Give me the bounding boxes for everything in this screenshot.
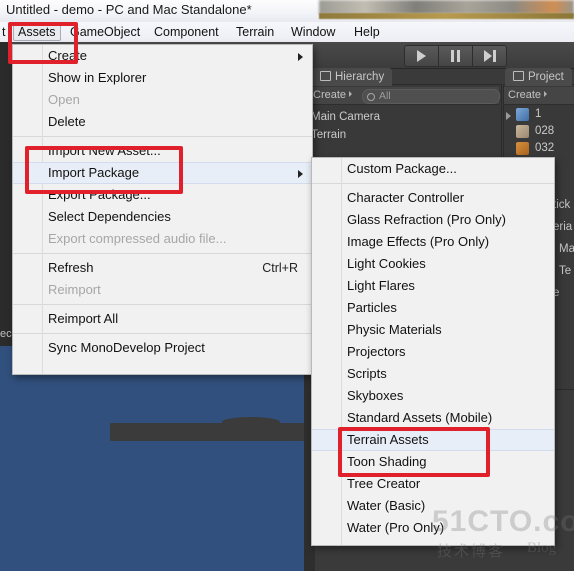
menu-item-reimport: Reimport [48, 282, 101, 297]
chevron-down-icon [544, 91, 548, 97]
main-menu-bar: t Assets GameObject Component Terrain Wi… [0, 22, 574, 43]
menu-item-help[interactable]: Help [350, 24, 384, 40]
submenu-item-terrain-assets[interactable]: Terrain Assets [312, 429, 554, 451]
pause-button[interactable] [439, 46, 473, 66]
submenu-item-particles[interactable]: Particles [312, 297, 554, 319]
submenu-item-glass-refraction[interactable]: Glass Refraction (Pro Only) [312, 209, 554, 231]
menu-item-import-package[interactable]: Import Package [13, 162, 312, 184]
submenu-item-standard-assets-mobile[interactable]: Standard Assets (Mobile) [312, 407, 554, 429]
project-item-1[interactable]: 1 [535, 108, 541, 120]
menu-item-refresh[interactable]: Refresh Ctrl+R [13, 257, 312, 279]
inspector-clipped-labels: tick eria Ma Te e [553, 199, 574, 329]
menu-item-refresh-shortcut: Ctrl+R [262, 261, 298, 275]
submenu-item-water-pro-only[interactable]: Water (Pro Only) [312, 517, 554, 539]
texture-icon [516, 142, 529, 155]
hierarchy-create-button[interactable]: Create [313, 87, 353, 104]
menu-item-open: Open [48, 92, 80, 107]
project-item-028[interactable]: 028 [535, 125, 554, 137]
clipped-label-eria: eria [553, 221, 573, 233]
tab-hierarchy[interactable]: Hierarchy [312, 68, 393, 86]
submenu-item-projectors[interactable]: Projectors [312, 341, 554, 363]
pause-icon [451, 50, 460, 62]
submenu-item-skyboxes[interactable]: Skyboxes [312, 385, 554, 407]
project-item-032[interactable]: 032 [535, 142, 554, 154]
menu-separator [312, 183, 554, 184]
window-title: Untitled - demo - PC and Mac Standalone* [6, 2, 252, 17]
menu-item-select-dependencies[interactable]: Select Dependencies [13, 206, 312, 228]
hierarchy-item-terrain[interactable]: Terrain [311, 129, 346, 141]
menu-item-gameobject[interactable]: GameObject [66, 24, 144, 40]
clipped-label-tick: tick [553, 199, 571, 211]
submenu-item-light-cookies[interactable]: Light Cookies [312, 253, 554, 275]
window-title-bar: Untitled - demo - PC and Mac Standalone* [0, 0, 574, 22]
menu-item-create[interactable]: Create [13, 45, 312, 67]
menu-item-import-new-asset[interactable]: Import New Asset... [13, 140, 312, 162]
submenu-item-tree-creator[interactable]: Tree Creator [312, 473, 554, 495]
play-button[interactable] [405, 46, 439, 66]
menu-item-sync-monodevelop-project[interactable]: Sync MonoDevelop Project [13, 337, 312, 359]
submenu-item-physic-materials[interactable]: Physic Materials [312, 319, 554, 341]
left-gutter: ec [0, 42, 12, 346]
project-expand-arrow[interactable] [506, 112, 511, 120]
search-icon [367, 93, 375, 101]
tab-project[interactable]: Project [505, 68, 572, 86]
menu-item-export-compressed-audio: Export compressed audio file... [48, 231, 227, 246]
menu-item-export-package[interactable]: Export Package... [13, 184, 312, 206]
tab-inspector-clipped[interactable]: ec [0, 328, 12, 340]
menu-item-window[interactable]: Window [287, 24, 339, 40]
scene-view[interactable] [0, 346, 304, 571]
clipped-label-ma: Ma [559, 243, 574, 255]
texture-icon [516, 125, 529, 138]
chevron-down-icon [349, 91, 353, 97]
menu-item-show-in-explorer[interactable]: Show in Explorer [13, 67, 312, 89]
terrain-surface [110, 423, 304, 441]
assets-dropdown-menu: Create Show in Explorer Open Delete Impo… [12, 44, 313, 375]
menu-item-assets[interactable]: Assets [13, 23, 61, 41]
tab-project-label: Project [528, 71, 564, 83]
chevron-right-icon [298, 53, 303, 61]
step-icon [483, 50, 496, 62]
menu-item-delete[interactable]: Delete [13, 111, 312, 133]
hierarchy-search-input[interactable]: All [362, 89, 500, 104]
unity-editor-window: Untitled - demo - PC and Mac Standalone*… [0, 0, 574, 571]
background-photo-strip [319, 0, 574, 14]
background-gold-strip [319, 13, 574, 19]
menu-item-terrain[interactable]: Terrain [232, 24, 278, 40]
hierarchy-item-main-camera[interactable]: Main Camera [311, 111, 380, 123]
submenu-item-water-basic[interactable]: Water (Basic) [312, 495, 554, 517]
folder-icon [513, 71, 524, 81]
tab-hierarchy-label: Hierarchy [335, 71, 385, 83]
menu-separator [13, 333, 312, 334]
submenu-item-character-controller[interactable]: Character Controller [312, 187, 554, 209]
menu-item-reimport-all[interactable]: Reimport All [13, 308, 312, 330]
playback-controls [404, 45, 507, 67]
submenu-item-toon-shading[interactable]: Toon Shading [312, 451, 554, 473]
menu-separator [13, 253, 312, 254]
hierarchy-search-text: All [379, 90, 391, 102]
step-button[interactable] [473, 46, 506, 66]
menu-item-edit-clipped[interactable]: t [0, 24, 9, 40]
clipped-label-te: Te [559, 265, 572, 277]
panel-icon [320, 71, 331, 81]
prefab-icon [516, 108, 529, 121]
play-icon [417, 50, 426, 62]
submenu-item-image-effects[interactable]: Image Effects (Pro Only) [312, 231, 554, 253]
submenu-item-light-flares[interactable]: Light Flares [312, 275, 554, 297]
menu-separator [13, 304, 312, 305]
submenu-item-custom-package[interactable]: Custom Package... [312, 158, 554, 180]
menu-separator [13, 136, 312, 137]
menu-item-component[interactable]: Component [150, 24, 223, 40]
chevron-right-icon [298, 170, 303, 178]
submenu-item-scripts[interactable]: Scripts [312, 363, 554, 385]
project-create-button[interactable]: Create [508, 87, 548, 104]
import-package-submenu: Custom Package... Character Controller G… [311, 157, 555, 546]
